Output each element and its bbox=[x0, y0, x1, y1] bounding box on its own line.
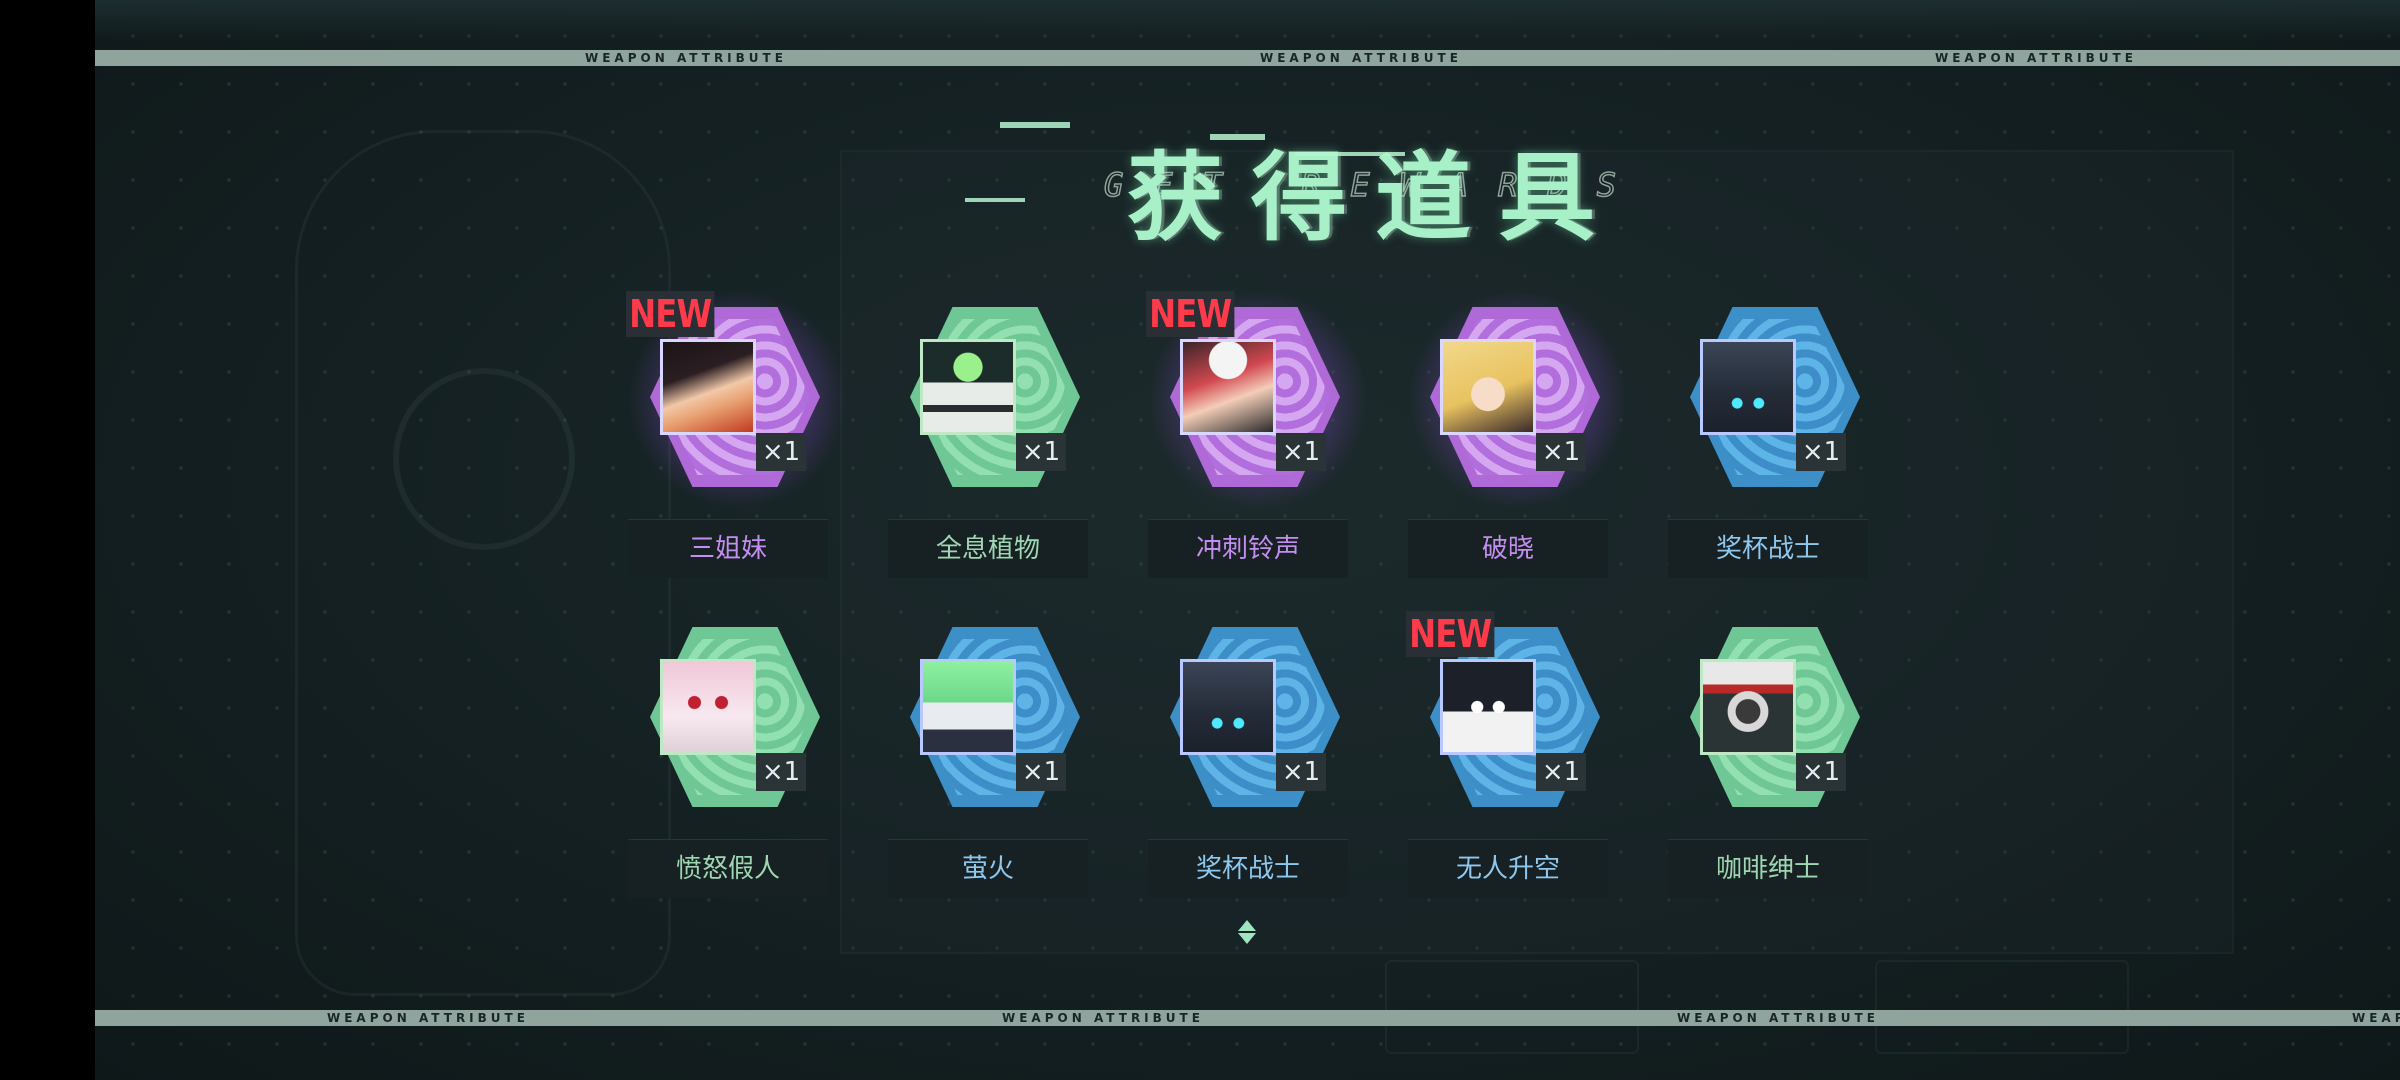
quantity-badge: ×1 bbox=[1016, 433, 1066, 471]
glitch-bar bbox=[1000, 122, 1070, 128]
double-chevron-icon[interactable] bbox=[1237, 920, 1257, 960]
new-badge: NEW bbox=[626, 291, 715, 337]
anime-girl-dark-hair-portrait bbox=[660, 339, 756, 435]
reward-card[interactable]: ×1 奖杯战士 bbox=[1668, 297, 1868, 597]
hologram-plant-pot-icon bbox=[920, 339, 1016, 435]
reward-frame: ×1 NEW bbox=[626, 289, 848, 509]
band-label: WEAPON ATTRIBUTE bbox=[585, 51, 787, 65]
quantity-badge: ×1 bbox=[756, 433, 806, 471]
reward-card[interactable]: ×1 咖啡绅士 bbox=[1668, 617, 1868, 917]
anime-girl-red-hair-cap-portrait bbox=[1180, 339, 1276, 435]
glitch-bar bbox=[1210, 134, 1265, 140]
title-chinese: 获得道具 bbox=[1127, 142, 1623, 254]
coffee-gentleman-icon bbox=[1700, 659, 1796, 755]
reward-name: 无人升空 bbox=[1408, 839, 1608, 898]
glitch-bar bbox=[1295, 152, 1405, 156]
reward-frame: ×1 bbox=[1668, 297, 1868, 497]
background-button bbox=[1385, 960, 1639, 1054]
top-banner-strip: WEAPON ATTRIBUTE WEAPON ATTRIBUTE WEAPON… bbox=[95, 50, 2400, 66]
quantity-badge: ×1 bbox=[1016, 753, 1066, 791]
reward-name: 三姐妹 bbox=[628, 519, 828, 578]
reward-frame: ×1 bbox=[1408, 289, 1628, 509]
reward-name: 冲刺铃声 bbox=[1148, 519, 1348, 578]
reward-name: 愤怒假人 bbox=[628, 839, 828, 898]
quantity-badge: ×1 bbox=[1276, 753, 1326, 791]
quantity-badge: ×1 bbox=[1796, 433, 1846, 471]
new-badge: NEW bbox=[1146, 291, 1235, 337]
reward-name: 全息植物 bbox=[888, 519, 1088, 578]
reward-name: 奖杯战士 bbox=[1148, 839, 1348, 898]
reward-card[interactable]: ×1 全息植物 bbox=[888, 297, 1088, 597]
band-label: WEAPON ATTRIBUTE bbox=[327, 1011, 529, 1025]
reward-card[interactable]: ×1 奖杯战士 bbox=[1148, 617, 1348, 917]
quantity-badge: ×1 bbox=[1536, 433, 1586, 471]
quantity-badge: ×1 bbox=[756, 753, 806, 791]
reward-card[interactable]: ×1 愤怒假人 bbox=[628, 617, 828, 917]
new-badge: NEW bbox=[1406, 611, 1495, 657]
reward-name: 咖啡绅士 bbox=[1668, 839, 1868, 898]
quantity-badge: ×1 bbox=[1536, 753, 1586, 791]
band-label: WEAPON ATTRIBUTE bbox=[1260, 51, 1462, 65]
band-label: WEAPON ATTRIBUTE bbox=[2352, 1011, 2400, 1026]
quantity-badge: ×1 bbox=[1796, 753, 1846, 791]
reward-frame: ×1 bbox=[1148, 617, 1348, 817]
reward-frame: ×1 NEW bbox=[1146, 289, 1368, 509]
reward-name: 奖杯战士 bbox=[1668, 519, 1868, 578]
reward-card[interactable]: ×1 NEW 冲刺铃声 bbox=[1146, 289, 1368, 597]
game-screen: WEAPON ATTRIBUTE WEAPON ATTRIBUTE WEAPON… bbox=[95, 0, 2400, 1080]
reward-name: 破晓 bbox=[1408, 519, 1608, 578]
page-title: GET REWARDS 获得道具 bbox=[875, 110, 1875, 254]
glitch-bar bbox=[965, 198, 1025, 202]
anime-girl-blonde-portrait bbox=[1440, 339, 1536, 435]
quantity-badge: ×1 bbox=[1276, 433, 1326, 471]
band-label: WEAPON ATTRIBUTE bbox=[1935, 51, 2137, 65]
dark-robot-helmet-icon bbox=[1180, 659, 1276, 755]
band-label: WEAPON ATTRIBUTE bbox=[1677, 1011, 1879, 1025]
penguin-robot-icon bbox=[1440, 659, 1536, 755]
reward-frame: ×1 bbox=[888, 297, 1088, 497]
reward-frame: ×1 bbox=[1668, 617, 1868, 817]
reward-card[interactable]: ×1 萤火 bbox=[888, 617, 1088, 917]
dark-robot-helmet-icon bbox=[1700, 339, 1796, 435]
background-button bbox=[1875, 960, 2129, 1054]
green-dome-robot-icon bbox=[920, 659, 1016, 755]
reward-card[interactable]: ×1 NEW 无人升空 bbox=[1406, 611, 1608, 917]
background-weapon-silhouette bbox=[295, 130, 671, 996]
reward-name: 萤火 bbox=[888, 839, 1088, 898]
reward-card[interactable]: ×1 NEW 三姐妹 bbox=[626, 289, 848, 597]
reward-frame: ×1 NEW bbox=[1406, 611, 1608, 817]
reward-frame: ×1 bbox=[888, 617, 1088, 817]
reward-frame: ×1 bbox=[628, 617, 828, 817]
band-label: WEAPON ATTRIBUTE bbox=[1002, 1011, 1204, 1025]
angry-pink-dummy-icon bbox=[660, 659, 756, 755]
reward-card[interactable]: ×1 破晓 bbox=[1408, 289, 1628, 597]
bottom-banner-strip: WEAPON ATTRIBUTE WEAPON ATTRIBUTE WEAPON… bbox=[95, 1010, 2400, 1026]
